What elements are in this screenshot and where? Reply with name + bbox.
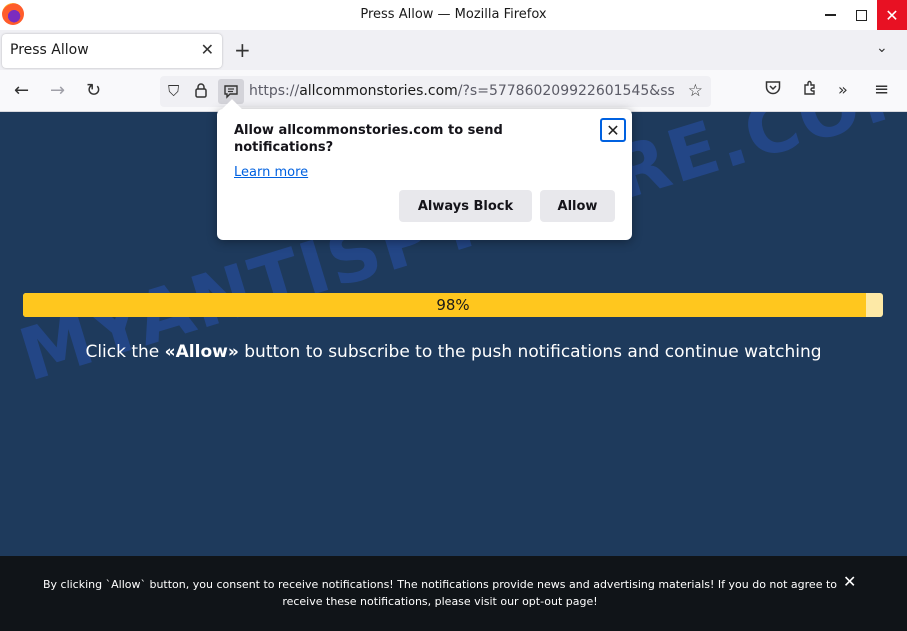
- close-icon: ✕: [885, 5, 899, 25]
- tab-strip: Press Allow ✕ + ⌄: [0, 30, 907, 70]
- shield-icon[interactable]: ⛉: [168, 82, 179, 100]
- navigation-toolbar: ← → ↻ ⛉ https://allcommonstories.com/?s=…: [0, 70, 907, 112]
- opt-out-link[interactable]: opt-out page: [522, 595, 593, 608]
- chevron-down-icon[interactable]: ⌄: [876, 40, 888, 56]
- new-tab-icon[interactable]: +: [234, 38, 251, 62]
- banner-text: By clicking `Allow` button, you consent …: [30, 576, 850, 610]
- progress-label: 98%: [436, 296, 470, 314]
- forward-arrow-icon[interactable]: →: [50, 81, 65, 101]
- consent-banner: By clicking `Allow` button, you consent …: [0, 556, 907, 631]
- reload-icon[interactable]: ↻: [86, 81, 101, 101]
- window-titlebar: Press Allow — Mozilla Firefox ✕: [0, 0, 907, 30]
- window-close-button[interactable]: ✕: [877, 0, 907, 30]
- maximize-icon: [855, 9, 867, 21]
- url-domain: allcommonstories.com: [299, 83, 458, 99]
- banner-text-end: !: [593, 595, 598, 608]
- minimize-button[interactable]: [815, 0, 845, 30]
- overflow-chevrons-icon[interactable]: »: [838, 80, 848, 99]
- always-block-button[interactable]: Always Block: [399, 190, 532, 222]
- close-icon: ✕: [606, 120, 620, 140]
- back-arrow-icon[interactable]: ←: [14, 81, 29, 101]
- learn-more-link[interactable]: Learn more: [234, 165, 308, 180]
- url-bar[interactable]: ⛉ https://allcommonstories.com/?s=577860…: [160, 76, 711, 107]
- cta-prefix: Click the: [85, 342, 165, 362]
- window-title: Press Allow — Mozilla Firefox: [360, 7, 547, 22]
- banner-text-main: By clicking `Allow` button, you consent …: [42, 578, 838, 608]
- progress-bar: 98%: [23, 293, 883, 317]
- tab-close-icon[interactable]: ✕: [201, 40, 214, 59]
- url-text[interactable]: https://allcommonstories.com/?s=57786020…: [249, 83, 679, 99]
- popup-message: Allow allcommonstories.com to send notif…: [234, 123, 503, 155]
- banner-close-icon[interactable]: ✕: [843, 572, 856, 591]
- extensions-icon[interactable]: [802, 80, 818, 100]
- pocket-icon[interactable]: [765, 80, 781, 99]
- minimize-icon: [824, 14, 836, 16]
- bookmark-star-icon[interactable]: ☆: [688, 81, 703, 101]
- tab-press-allow[interactable]: Press Allow ✕: [2, 34, 222, 68]
- menu-icon[interactable]: ≡: [874, 79, 889, 100]
- allow-button[interactable]: Allow: [540, 190, 615, 222]
- url-scheme: https://: [249, 83, 300, 99]
- call-to-action-text: Click the «Allow» button to subscribe to…: [0, 342, 907, 362]
- notification-permission-popup: Allow allcommonstories.com to send notif…: [217, 99, 632, 240]
- tab-title: Press Allow: [10, 42, 89, 58]
- lock-icon[interactable]: [194, 82, 208, 102]
- url-path: /?s=577860209922601545&ss: [457, 83, 675, 99]
- popup-close-button[interactable]: ✕: [600, 118, 626, 142]
- maximize-button[interactable]: [846, 0, 876, 30]
- cta-allow-word: «Allow»: [164, 342, 239, 362]
- cta-suffix: button to subscribe to the push notifica…: [238, 342, 822, 362]
